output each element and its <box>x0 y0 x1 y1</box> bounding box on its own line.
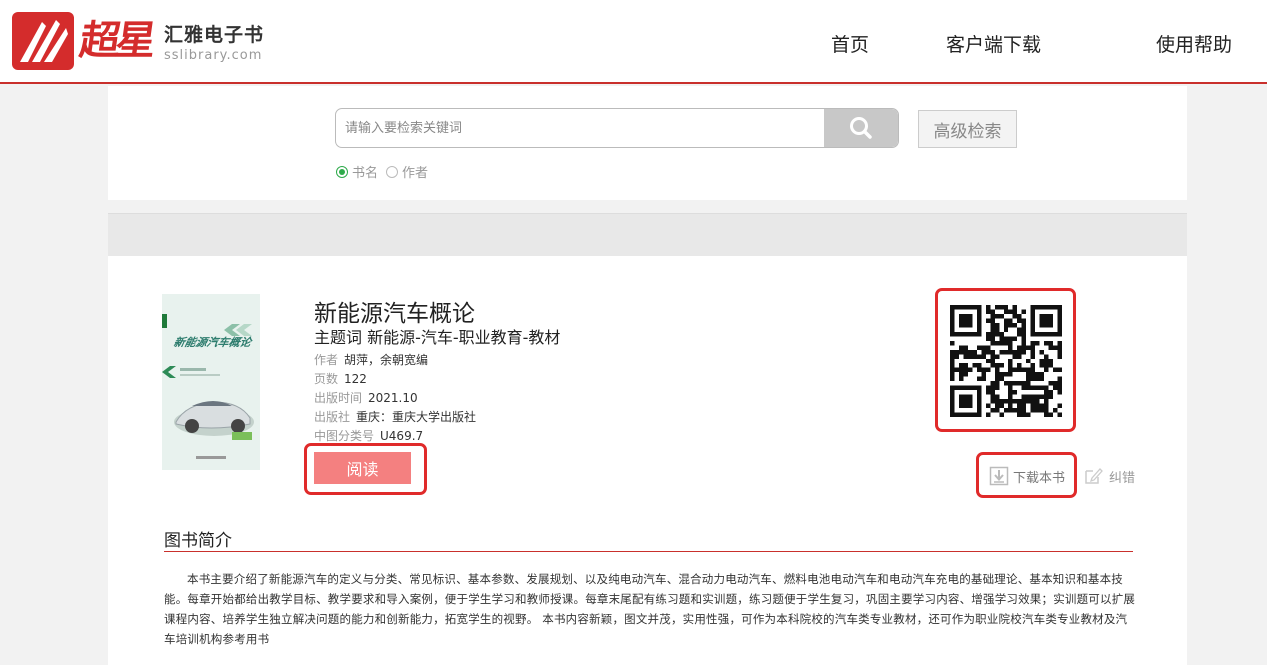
meta-pages-key: 页数 <box>314 372 339 386</box>
meta-pages: 页数 122 <box>314 370 367 387</box>
logo-brand-lettering: 超星 <box>76 17 156 64</box>
search-type-options: 书名 作者 <box>336 162 436 181</box>
download-book-button[interactable]: 下载本书 <box>989 466 1065 486</box>
search-box <box>335 108 899 148</box>
qr-code-frame <box>935 288 1076 432</box>
meta-author-value: 胡萍，余朝宽编 <box>344 353 429 367</box>
intro-heading: 图书简介 <box>164 531 232 551</box>
section-band <box>108 213 1187 256</box>
meta-clc: 中图分类号 U469.7 <box>314 427 423 444</box>
advanced-search-button[interactable]: 高级检索 <box>918 110 1017 148</box>
search-input[interactable] <box>336 109 824 147</box>
meta-clc-value: U469.7 <box>380 429 424 443</box>
radio-title-label[interactable]: 书名 <box>352 162 378 181</box>
meta-author: 作者 胡萍，余朝宽编 <box>314 351 428 368</box>
search-button[interactable] <box>824 109 898 147</box>
download-book-label: 下载本书 <box>1013 470 1066 486</box>
report-error-button[interactable]: 纠错 <box>1083 466 1135 486</box>
meta-publisher-key: 出版社 <box>314 410 351 424</box>
intro-divider <box>164 551 1133 552</box>
nav-home[interactable]: 首页 <box>831 30 869 57</box>
book-subject: 主题词 新能源-汽车-职业教育-教材 <box>314 324 560 348</box>
search-panel: 高级检索 书名 作者 <box>108 86 1187 200</box>
book-title: 新能源汽车概论 <box>314 301 475 327</box>
cover-art <box>162 294 260 470</box>
nav-client-download[interactable]: 客户端下载 <box>946 30 1041 57</box>
qr-code-icon[interactable] <box>950 305 1062 417</box>
subject-value: 新能源-汽车-职业教育-教材 <box>367 328 561 347</box>
meta-pubdate-key: 出版时间 <box>314 391 363 405</box>
meta-pages-value: 122 <box>344 372 367 386</box>
meta-pubdate: 出版时间 2021.10 <box>314 389 418 406</box>
top-header: 超星 汇雅电子书 sslibrary.com 首页 客户端下载 使用帮助 <box>0 0 1267 84</box>
nav-help[interactable]: 使用帮助 <box>1156 30 1232 57</box>
site-logo[interactable]: 超星 汇雅电子书 sslibrary.com <box>12 12 264 70</box>
logo-mark-icon <box>12 12 74 70</box>
radio-author[interactable] <box>386 165 399 178</box>
cover-title-text: 新能源汽车概论 <box>172 336 253 349</box>
brand-title: 汇雅电子书 <box>164 23 265 46</box>
read-button[interactable]: 阅读 <box>314 452 411 484</box>
meta-author-key: 作者 <box>314 353 339 367</box>
book-detail: 新能源汽车概论 新能源汽车概论 主题词 新能源-汽车-职业教育-教材 作者 胡萍，… <box>108 256 1187 665</box>
book-cover[interactable]: 新能源汽车概论 <box>162 294 260 470</box>
radio-author-label[interactable]: 作者 <box>402 162 428 181</box>
logo-text: 汇雅电子书 sslibrary.com <box>164 20 264 63</box>
intro-text: 本书主要介绍了新能源汽车的定义与分类、常见标识、基本参数、发展规划、以及纯电动汽… <box>164 572 1136 646</box>
meta-pubdate-value: 2021.10 <box>368 391 418 405</box>
subject-label: 主题词 <box>314 328 363 347</box>
download-icon <box>989 466 1009 486</box>
brand-url: sslibrary.com <box>164 47 263 63</box>
meta-publisher-value: 重庆：重庆大学出版社 <box>356 410 477 424</box>
meta-clc-key: 中图分类号 <box>314 429 375 443</box>
report-error-label: 纠错 <box>1109 470 1136 486</box>
search-icon <box>850 117 872 139</box>
edit-icon <box>1085 468 1103 484</box>
radio-title[interactable] <box>336 165 348 178</box>
meta-publisher: 出版社 重庆：重庆大学出版社 <box>314 408 476 425</box>
